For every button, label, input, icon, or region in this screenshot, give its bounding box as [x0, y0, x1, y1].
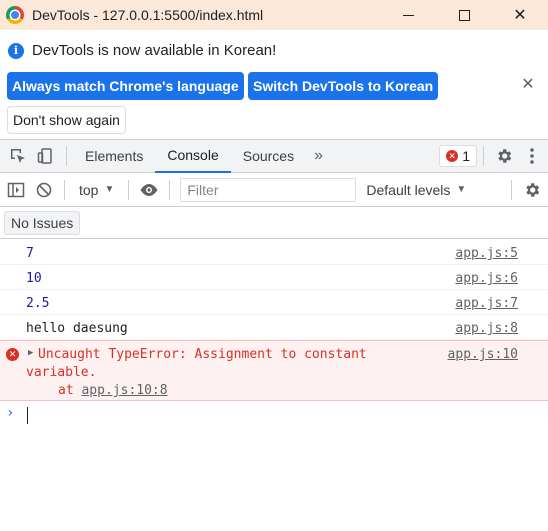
source-link[interactable]: app.js:8 — [455, 321, 518, 336]
console-output: 7 app.js:5 10 app.js:6 2.5 app.js:7 hell… — [0, 240, 548, 401]
log-levels-dropdown[interactable]: Default levels ▼ — [366, 182, 466, 198]
gear-icon[interactable] — [490, 142, 518, 170]
toolbar-divider — [64, 179, 65, 200]
close-window-button[interactable]: ✕ — [492, 0, 548, 30]
issues-bar: No Issues — [0, 207, 548, 239]
console-toolbar: top ▼ Filter Default levels ▼ — [0, 173, 548, 207]
error-text-continued: variable. — [26, 365, 97, 380]
tab-sources[interactable]: Sources — [231, 140, 306, 173]
text-caret — [27, 407, 28, 424]
toolbar-divider — [66, 146, 67, 166]
toolbar-divider — [511, 179, 512, 200]
context-selector[interactable]: top ▼ — [71, 182, 122, 198]
log-value: hello daesung — [26, 321, 128, 336]
console-prompt[interactable]: › — [0, 405, 548, 425]
infobar-message-row: i DevTools is now available in Korean! — [8, 42, 276, 59]
expand-triangle-icon[interactable]: ▶ — [28, 348, 33, 358]
error-icon: ✕ — [6, 348, 19, 361]
prompt-chevron-icon: › — [6, 405, 15, 421]
context-value: top — [79, 181, 99, 198]
console-message: hello daesung app.js:8 — [0, 315, 548, 340]
log-value: 2.5 — [26, 296, 50, 311]
toolbar-divider — [483, 146, 484, 166]
more-vertical-icon[interactable] — [518, 142, 546, 170]
console-message: 2.5 app.js:7 — [0, 290, 548, 315]
log-levels-label: Default levels — [366, 181, 451, 198]
devtools-tabbar: Elements Console Sources » ✕ 1 — [0, 140, 548, 173]
language-infobar: i DevTools is now available in Korean! A… — [0, 30, 548, 140]
chevron-down-icon: ▼ — [104, 184, 115, 195]
more-tabs-icon[interactable]: » — [306, 147, 331, 165]
dont-show-again-button[interactable]: Don't show again — [7, 106, 126, 134]
match-chrome-language-button[interactable]: Always match Chrome's language — [7, 72, 244, 100]
filter-input[interactable]: Filter — [180, 177, 357, 202]
maximize-button[interactable] — [436, 0, 492, 30]
live-expression-eye-icon[interactable] — [135, 176, 163, 204]
source-link[interactable]: app.js:5 — [455, 246, 518, 261]
chevron-down-icon: ▼ — [456, 184, 467, 195]
error-text: Uncaught TypeError: Assignment to consta… — [38, 347, 367, 362]
device-toggle-icon[interactable] — [32, 142, 60, 170]
info-icon: i — [8, 42, 24, 59]
infobar-close-icon[interactable]: ✕ — [518, 74, 538, 94]
error-count: 1 — [462, 148, 470, 164]
window-controls: ✕ — [380, 0, 548, 30]
log-value: 7 — [26, 246, 34, 261]
toolbar-divider — [128, 179, 130, 200]
stack-at-prefix: at — [58, 383, 82, 398]
console-error-message: ✕ ▶ Uncaught TypeError: Assignment to co… — [0, 340, 548, 401]
maximize-icon — [458, 9, 470, 21]
log-value: 10 — [26, 271, 42, 286]
window-titlebar: DevTools - 127.0.0.1:5500/index.html ✕ — [0, 0, 548, 30]
toolbar-divider — [169, 179, 171, 200]
error-source-link[interactable]: app.js:10 — [448, 347, 518, 362]
tab-console[interactable]: Console — [155, 140, 231, 173]
minimize-button[interactable] — [380, 0, 436, 30]
no-issues-button[interactable]: No Issues — [4, 211, 81, 235]
infobar-message: DevTools is now available in Korean! — [32, 42, 277, 59]
console-message: 10 app.js:6 — [0, 265, 548, 290]
sidebar-toggle-icon[interactable] — [2, 176, 30, 204]
chrome-logo-icon — [6, 6, 24, 24]
error-icon: ✕ — [446, 150, 459, 162]
console-settings-gear-icon[interactable] — [518, 176, 546, 204]
source-link[interactable]: app.js:7 — [455, 296, 518, 311]
clear-console-icon[interactable] — [30, 176, 58, 204]
error-count-badge[interactable]: ✕ 1 — [439, 145, 477, 167]
stack-frame: at app.js:10:8 — [58, 383, 168, 398]
close-icon: ✕ — [513, 7, 527, 24]
minimize-icon — [402, 14, 414, 16]
inspect-icon[interactable] — [4, 142, 32, 170]
window-title: DevTools - 127.0.0.1:5500/index.html — [32, 7, 264, 23]
stack-frame-link[interactable]: app.js:10:8 — [81, 383, 167, 398]
source-link[interactable]: app.js:6 — [455, 271, 518, 286]
switch-devtools-korean-button[interactable]: Switch DevTools to Korean — [248, 72, 439, 100]
console-message: 7 app.js:5 — [0, 240, 548, 265]
tab-elements[interactable]: Elements — [73, 140, 155, 173]
